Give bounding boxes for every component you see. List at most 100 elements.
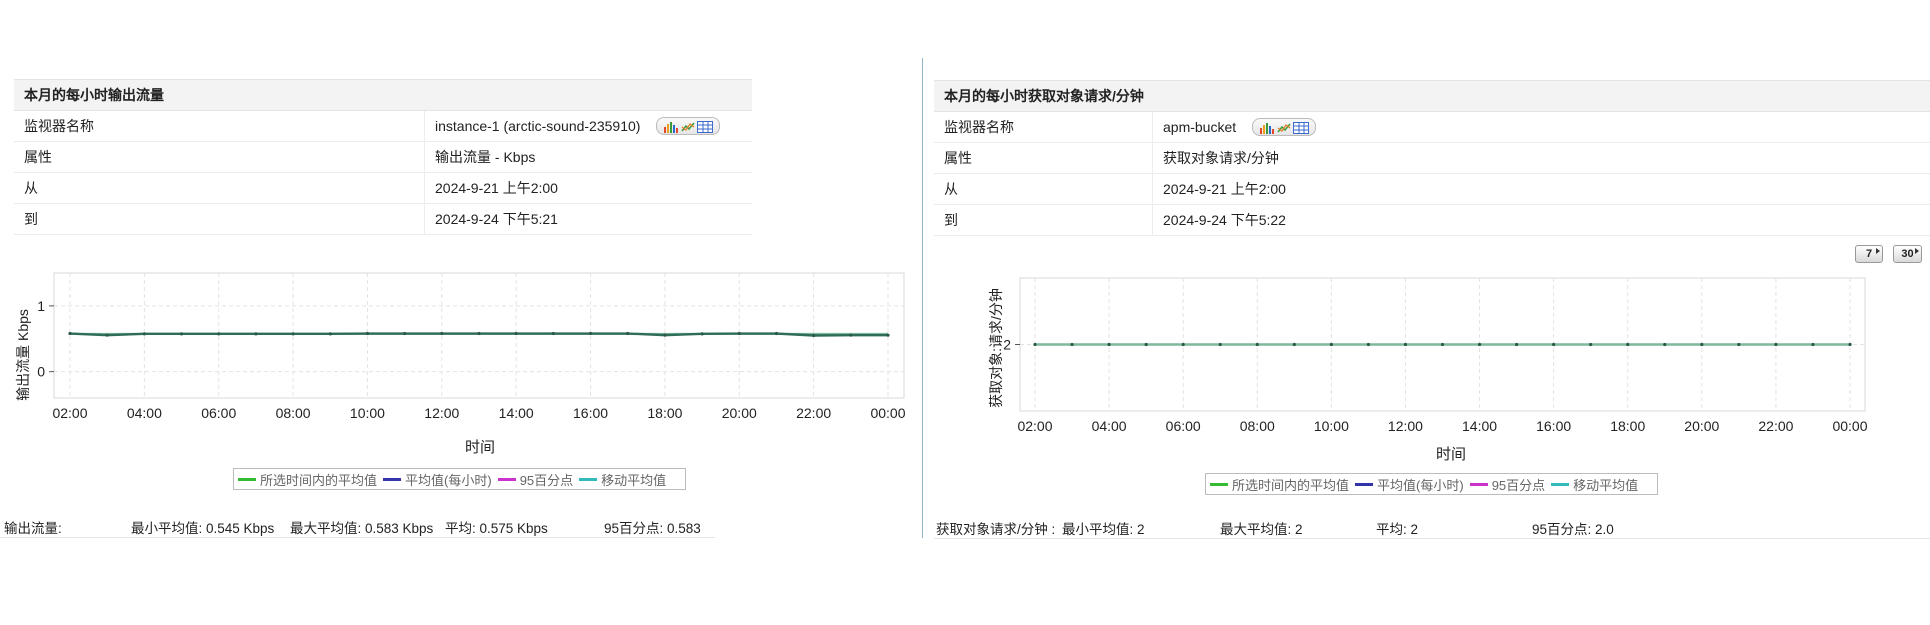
data-point[interactable] — [849, 333, 853, 337]
period-30-days-button[interactable]: 30 — [1893, 245, 1922, 263]
summary-label: 获取对象请求/分钟 : — [936, 522, 1056, 537]
data-point[interactable] — [403, 331, 407, 336]
x-tick-label: 18:00 — [1610, 418, 1645, 434]
data-point[interactable] — [1774, 342, 1778, 347]
plot-area — [53, 272, 905, 399]
data-point[interactable] — [1070, 342, 1074, 347]
data-point[interactable] — [254, 332, 258, 336]
data-point[interactable] — [1440, 342, 1445, 347]
data-point[interactable] — [737, 331, 741, 336]
monitor-name-value: apm-bucket — [1163, 119, 1237, 135]
data-point[interactable] — [1292, 342, 1296, 347]
data-point[interactable] — [588, 331, 593, 336]
right-row-attribute: 属性 获取对象请求/分钟 — [934, 143, 1930, 174]
legend-item-p95[interactable]: 95百分点 — [497, 470, 573, 489]
data-point[interactable] — [1514, 342, 1519, 347]
data-point[interactable] — [328, 332, 332, 336]
bar-chart-icon[interactable] — [1259, 121, 1275, 134]
line-chart-icon[interactable] — [681, 120, 696, 132]
legend-item-overall-avg[interactable]: 所选时间内的平均值 — [1210, 475, 1349, 494]
data-point[interactable] — [1218, 342, 1222, 347]
data-point[interactable] — [1033, 342, 1037, 347]
bar-chart-icon[interactable] — [663, 120, 679, 133]
x-tick-label: 02:00 — [1017, 418, 1052, 434]
period-7-days-button[interactable]: 7 — [1855, 245, 1883, 263]
data-point[interactable] — [1366, 342, 1371, 347]
summary-min: 最小平均值: 2 — [1062, 522, 1145, 537]
legend-item-hourly-avg[interactable]: 平均值(每小时) — [383, 470, 492, 489]
row-value: 输出流量 - Kbps — [435, 149, 536, 165]
data-point[interactable] — [1848, 342, 1852, 347]
x-tick-label: 08:00 — [276, 405, 311, 421]
data-point[interactable] — [514, 331, 518, 336]
row-key: 属性 — [934, 143, 1153, 173]
data-point[interactable] — [477, 331, 481, 336]
line-chart-icon[interactable] — [1277, 121, 1291, 133]
data-point[interactable] — [1477, 342, 1482, 347]
data-point[interactable] — [812, 333, 816, 338]
data-point[interactable] — [1552, 342, 1556, 347]
row-key: 属性 — [14, 142, 425, 172]
data-point[interactable] — [142, 332, 146, 336]
data-point[interactable] — [1329, 342, 1333, 347]
row-key: 到 — [934, 205, 1153, 235]
row-key: 监视器名称 — [14, 111, 425, 141]
data-point[interactable] — [217, 332, 221, 336]
data-point[interactable] — [1700, 342, 1704, 347]
data-point[interactable] — [1144, 342, 1148, 347]
x-tick-label: 14:00 — [499, 405, 534, 421]
x-tick-label: 08:00 — [1240, 418, 1275, 434]
monitor-name-value: instance-1 (arctic-sound-235910) — [435, 118, 641, 134]
right-panel-title: 本月的每小时获取对象请求/分钟 — [934, 80, 1930, 112]
right-chart-svg: 02:00 04:00 06:00 08:00 10:00 12:00 14:00 16:00… — [988, 277, 1868, 463]
summary-p95: 95百分点: 2.0 — [1532, 522, 1614, 537]
left-summary: 输出流量: 最小平均值: 0.545 Kbps 最大平均值: 0.583 Kbp… — [0, 512, 715, 538]
summary-min: 最小平均值: 0.545 Kbps — [131, 521, 275, 536]
x-tick-label: 20:00 — [722, 405, 757, 421]
legend-item-overall-avg[interactable]: 所选时间内的平均值 — [238, 470, 377, 489]
x-tick-label: 16:00 — [1536, 418, 1571, 434]
data-point[interactable] — [886, 333, 890, 337]
table-icon[interactable] — [697, 120, 714, 133]
table-icon[interactable] — [1293, 121, 1310, 134]
left-panel-title: 本月的每小时输出流量 — [14, 79, 752, 111]
data-point[interactable] — [1403, 342, 1408, 347]
x-tick-label: 20:00 — [1684, 418, 1719, 434]
data-point[interactable] — [1811, 342, 1815, 347]
legend-item-moving-avg[interactable]: 移动平均值 — [579, 470, 666, 489]
data-point[interactable] — [1626, 342, 1630, 347]
data-point[interactable] — [1255, 342, 1259, 347]
x-tick-label: 22:00 — [1758, 418, 1793, 434]
data-point[interactable] — [1737, 342, 1741, 347]
data-point[interactable] — [774, 331, 779, 336]
right-row-from: 从 2024-9-21 上午2:00 — [934, 174, 1930, 205]
x-tick-label: 06:00 — [201, 405, 236, 421]
legend-item-moving-avg[interactable]: 移动平均值 — [1551, 475, 1638, 494]
data-point[interactable] — [440, 331, 444, 336]
data-point[interactable] — [105, 333, 109, 337]
data-point[interactable] — [365, 331, 370, 336]
chart-tools-icon-group[interactable] — [656, 117, 721, 135]
x-tick-label: 04:00 — [127, 405, 162, 421]
x-tick-label: 10:00 — [350, 405, 385, 421]
legend-item-p95[interactable]: 95百分点 — [1469, 475, 1545, 494]
x-tick-label: 00:00 — [870, 405, 905, 421]
data-point[interactable] — [663, 333, 667, 337]
row-value: 2024-9-24 下午5:22 — [1163, 212, 1286, 228]
data-point[interactable] — [1181, 342, 1185, 347]
data-point[interactable] — [551, 331, 555, 336]
summary-max: 最大平均值: 0.583 Kbps — [290, 521, 434, 536]
data-point[interactable] — [700, 332, 704, 336]
data-point[interactable] — [68, 331, 72, 336]
data-point[interactable] — [291, 332, 295, 336]
data-point[interactable] — [179, 332, 184, 336]
chart-tools-icon-group[interactable] — [1252, 118, 1317, 136]
legend-item-hourly-avg[interactable]: 平均值(每小时) — [1355, 475, 1464, 494]
data-point[interactable] — [626, 331, 630, 336]
x-tick-label: 14:00 — [1462, 418, 1497, 434]
panel-divider — [922, 58, 923, 538]
data-point[interactable] — [1589, 342, 1593, 347]
data-point[interactable] — [1107, 342, 1111, 347]
row-key: 从 — [14, 173, 425, 203]
data-point[interactable] — [1663, 342, 1667, 347]
